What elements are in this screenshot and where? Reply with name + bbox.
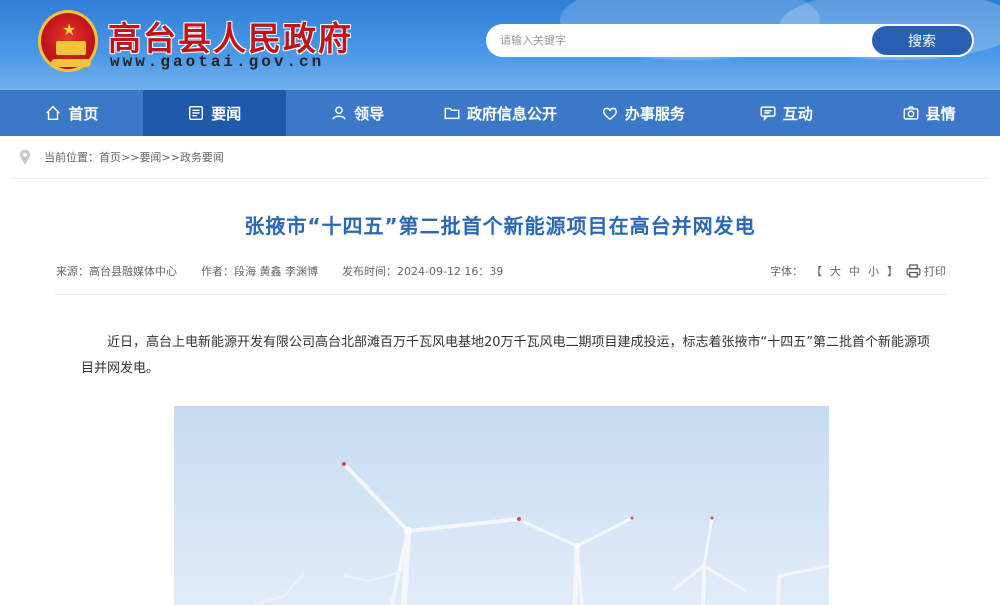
breadcrumb-prefix: 当前位置：	[44, 151, 99, 164]
author-value: 段海 黄鑫 李渊博	[234, 265, 318, 278]
nav-item-label: 互动	[782, 104, 813, 123]
gate-icon	[56, 41, 86, 55]
search-input[interactable]	[500, 24, 860, 57]
nav-item-label: 首页	[68, 104, 99, 123]
wind-turbine-photo	[174, 406, 829, 605]
folder-icon	[443, 104, 461, 122]
nav-item-news[interactable]: 要闻	[142, 90, 286, 136]
ribbon-icon	[51, 59, 91, 67]
breadcrumb-item-gov-news[interactable]: 政务要闻	[180, 149, 224, 165]
nav-item-interaction[interactable]: 互动	[714, 90, 857, 136]
font-size-label: 字体：	[770, 265, 803, 278]
article-body-paragraph: 近日，高台上电新能源开发有限公司高台北部滩百万千瓦风电基地20万千瓦风电二期项目…	[81, 335, 931, 376]
font-size-medium-button[interactable]: 中	[849, 263, 860, 279]
wind-turbines-image	[174, 406, 829, 605]
camera-icon	[902, 104, 920, 122]
nav-item-label: 政府信息公开	[467, 104, 558, 123]
nav-item-county-info[interactable]: 县情	[857, 90, 1000, 136]
person-icon	[330, 104, 348, 122]
nav-item-services[interactable]: 办事服务	[571, 90, 714, 136]
author-label: 作者：	[201, 265, 234, 278]
main-nav: 首页 要闻 领导 政府信息公开 办事服务 互动 县情	[0, 90, 1000, 136]
nav-item-label: 办事服务	[624, 104, 685, 123]
breadcrumb-item-home[interactable]: 首页	[99, 149, 121, 165]
site-header: ★ 高台县人民政府 www.gaotai.gov.cn 搜索	[0, 0, 1000, 90]
article-meta: 来源： 高台县融媒体中心 作者： 段海 黄鑫 李渊博 发布时间： 2024-09…	[56, 263, 946, 279]
chat-icon	[759, 104, 777, 122]
divider	[12, 178, 988, 179]
nav-item-gov-info[interactable]: 政府信息公开	[429, 90, 572, 136]
star-icon: ★	[62, 20, 77, 39]
search-box: 搜索	[486, 24, 974, 57]
time-label: 发布时间：	[342, 265, 397, 278]
news-icon	[187, 104, 205, 122]
article-title: 张掖市“十四五”第二批首个新能源项目在高台并网发电	[244, 214, 756, 238]
font-size-small-button[interactable]: 小	[868, 263, 879, 279]
nav-item-label: 县情	[925, 104, 956, 123]
nav-item-home[interactable]: 首页	[0, 90, 143, 136]
site-url: www.gaotai.gov.cn	[110, 53, 325, 71]
source-label: 来源：	[56, 265, 89, 278]
source-value: 高台县融媒体中心	[89, 265, 177, 278]
breadcrumb: 当前位置： 首页 >> 要闻 >> 政务要闻	[16, 146, 224, 168]
heart-icon	[601, 104, 619, 122]
search-button[interactable]: 搜索	[872, 26, 972, 55]
location-pin-icon	[20, 149, 30, 165]
nav-item-leaders[interactable]: 领导	[286, 90, 429, 136]
home-icon	[44, 104, 62, 122]
breadcrumb-separator: >>	[161, 150, 180, 164]
breadcrumb-item-news[interactable]: 要闻	[139, 149, 161, 165]
nav-item-label: 领导	[354, 104, 385, 123]
time-value: 2024-09-12 16：39	[397, 265, 504, 278]
font-size-large-button[interactable]: 大	[830, 263, 841, 279]
print-label: 打印	[924, 265, 946, 278]
article-tools: 字体： 【 大 中 小 】 打印	[770, 263, 946, 279]
national-emblem-icon: ★	[38, 10, 98, 72]
breadcrumb-separator: >>	[121, 150, 140, 164]
divider	[55, 294, 947, 295]
print-button[interactable]: 打印	[906, 263, 946, 279]
printer-icon	[906, 264, 921, 278]
bracket-open: 【	[811, 265, 822, 278]
bracket-close: 】	[887, 265, 898, 278]
nav-item-label: 要闻	[211, 104, 242, 123]
